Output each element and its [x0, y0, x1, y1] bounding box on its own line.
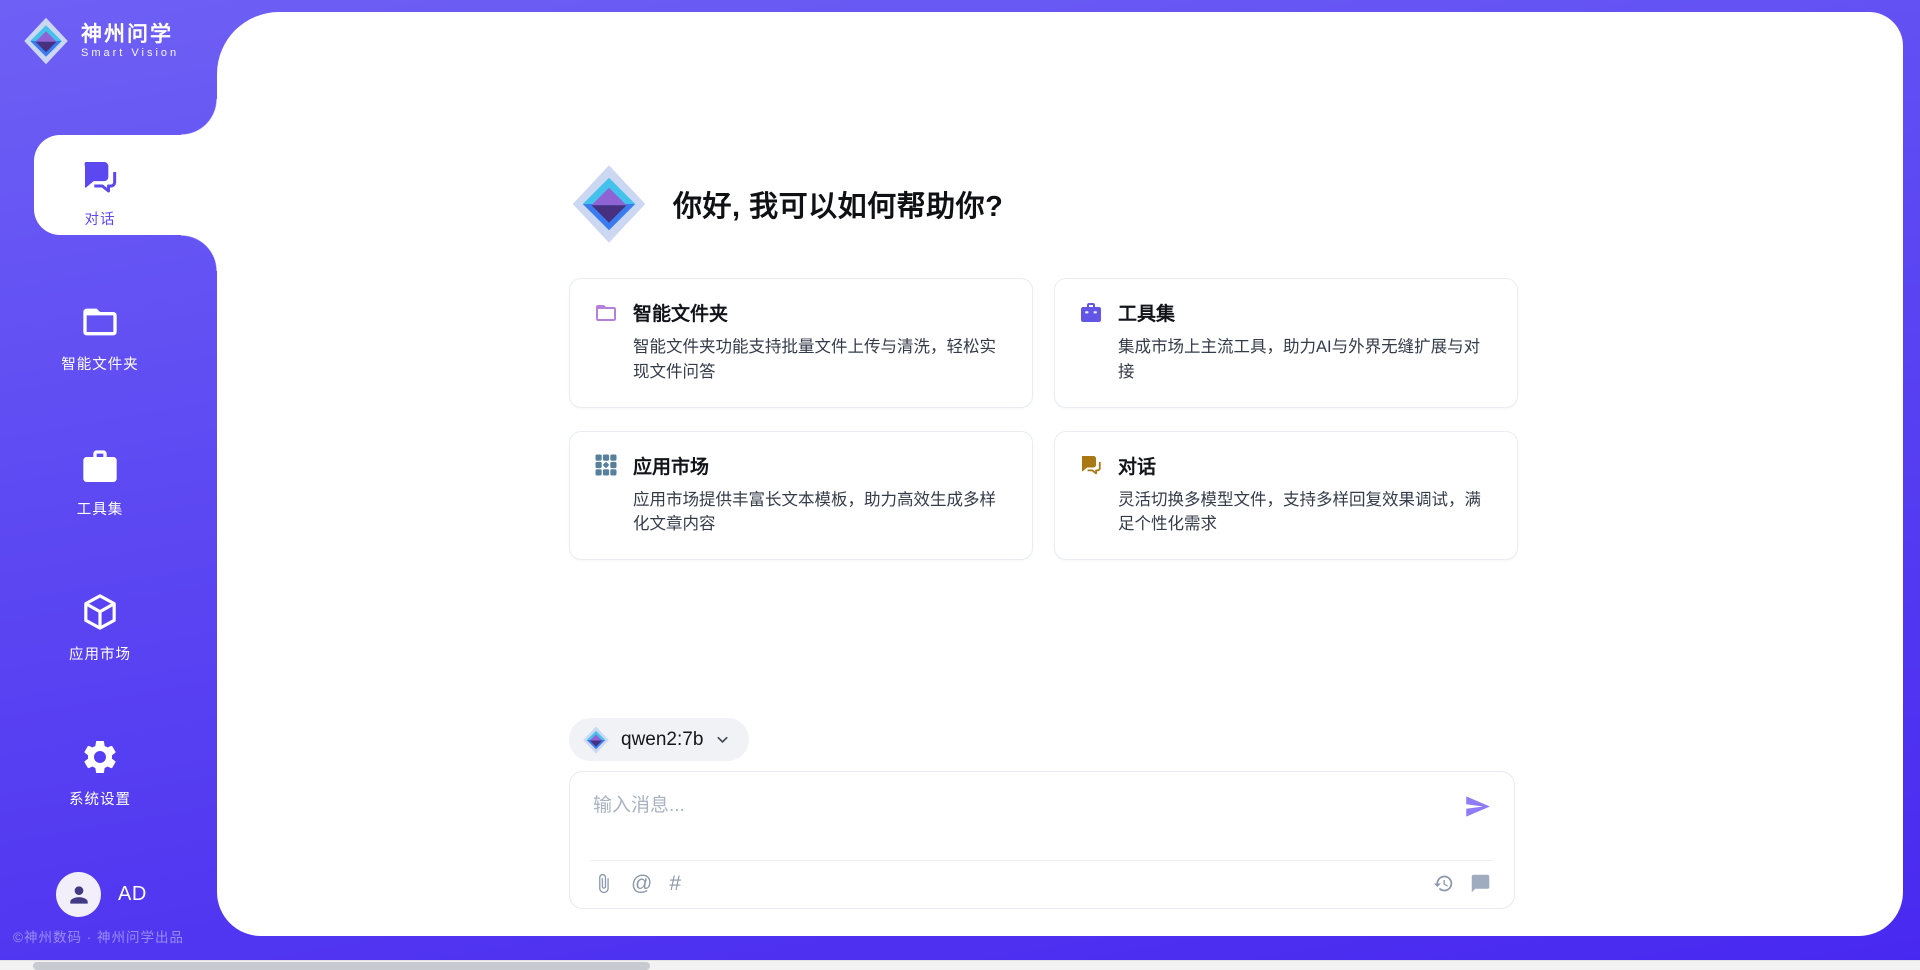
- card-description: 灵活切换多模型文件，支持多样回复效果调试，满足个性化需求: [1118, 488, 1493, 538]
- attachment-icon[interactable]: [593, 873, 614, 894]
- history-icon[interactable]: [1433, 873, 1454, 894]
- input-placeholder: 输入消息...: [593, 790, 685, 817]
- model-label: qwen2:7b: [621, 729, 703, 751]
- send-icon[interactable]: [1464, 793, 1491, 820]
- chat-icon: [80, 157, 120, 197]
- sidebar-item-label: 对话: [85, 208, 116, 229]
- user-initials: AD: [118, 883, 147, 906]
- message-input[interactable]: 输入消息... @ #: [569, 771, 1515, 909]
- feature-cards: 智能文件夹 智能文件夹功能支持批量文件上传与清洗，轻松实现文件问答 工具集 集成…: [569, 278, 1515, 560]
- app-logo-icon: [22, 17, 70, 65]
- sidebar: 神州问学 Smart Vision 对话 智能文件夹 工具集 应用市场 系统设置: [0, 0, 217, 960]
- folder-icon: [80, 302, 120, 342]
- horizontal-scrollbar[interactable]: [0, 960, 1920, 970]
- sidebar-item-toolset[interactable]: 工具集: [0, 427, 217, 539]
- sidebar-item-settings[interactable]: 系统设置: [0, 717, 217, 829]
- card-toolset[interactable]: 工具集 集成市场上主流工具，助力AI与外界无缝扩展与对接: [1054, 278, 1518, 408]
- card-chat[interactable]: 对话 灵活切换多模型文件，支持多样回复效果调试，满足个性化需求: [1054, 431, 1518, 561]
- sidebar-item-chat[interactable]: 对话: [0, 137, 217, 249]
- input-divider: [590, 860, 1494, 861]
- cube-icon: [80, 592, 120, 632]
- app-logo: 神州问学 Smart Vision: [0, 0, 217, 65]
- sidebar-nav: 对话 智能文件夹 工具集 应用市场 系统设置: [0, 137, 217, 862]
- user-account[interactable]: AD: [56, 872, 147, 917]
- app-subtitle: Smart Vision: [81, 47, 179, 59]
- composer: qwen2:7b 输入消息... @ #: [569, 718, 1515, 909]
- apps-grid-icon: [594, 453, 618, 477]
- active-item-background: [34, 135, 217, 235]
- card-app-market[interactable]: 应用市场 应用市场提供丰富长文本模板，助力高效生成多样化文章内容: [569, 431, 1033, 561]
- sidebar-item-label: 工具集: [77, 498, 124, 519]
- mention-icon[interactable]: @: [631, 873, 652, 894]
- person-icon: [66, 882, 92, 908]
- card-smart-folder[interactable]: 智能文件夹 智能文件夹功能支持批量文件上传与清洗，轻松实现文件问答: [569, 278, 1033, 408]
- sidebar-item-app-market[interactable]: 应用市场: [0, 572, 217, 684]
- model-logo-icon: [582, 726, 610, 754]
- avatar: [56, 872, 101, 917]
- greeting-title: 你好, 我可以如何帮助你?: [673, 183, 1003, 225]
- model-selector[interactable]: qwen2:7b: [569, 718, 749, 761]
- hashtag-icon[interactable]: #: [669, 873, 681, 894]
- sidebar-item-label: 智能文件夹: [61, 353, 139, 374]
- card-title: 智能文件夹: [633, 299, 728, 326]
- chevron-down-icon: [714, 731, 731, 748]
- greeting: 你好, 我可以如何帮助你?: [569, 164, 1515, 244]
- card-description: 应用市场提供丰富长文本模板，助力高效生成多样化文章内容: [633, 488, 1008, 538]
- card-title: 应用市场: [633, 452, 709, 479]
- copyright-footer: ©神州数码 · 神州问学出品: [13, 926, 184, 946]
- chat-bubble-icon[interactable]: [1470, 873, 1491, 894]
- gear-icon: [80, 737, 120, 777]
- card-description: 智能文件夹功能支持批量文件上传与清洗，轻松实现文件问答: [633, 335, 1008, 385]
- chat-icon: [1079, 453, 1103, 477]
- card-title: 对话: [1118, 452, 1156, 479]
- sidebar-item-label: 系统设置: [69, 788, 131, 809]
- toolbox-icon: [1079, 301, 1103, 325]
- folder-icon: [594, 301, 618, 325]
- card-description: 集成市场上主流工具，助力AI与外界无缝扩展与对接: [1118, 335, 1493, 385]
- toolbox-icon: [80, 447, 120, 487]
- app-name: 神州问学: [81, 23, 179, 47]
- sidebar-item-label: 应用市场: [69, 643, 131, 664]
- main-panel: 你好, 我可以如何帮助你? 智能文件夹 智能文件夹功能支持批量文件上传与清洗，轻…: [217, 12, 1903, 936]
- main-content: 你好, 我可以如何帮助你? 智能文件夹 智能文件夹功能支持批量文件上传与清洗，轻…: [569, 12, 1515, 909]
- card-title: 工具集: [1118, 299, 1175, 326]
- scrollbar-thumb[interactable]: [33, 962, 650, 970]
- sidebar-item-smart-folder[interactable]: 智能文件夹: [0, 282, 217, 394]
- app-logo-icon: [569, 164, 649, 244]
